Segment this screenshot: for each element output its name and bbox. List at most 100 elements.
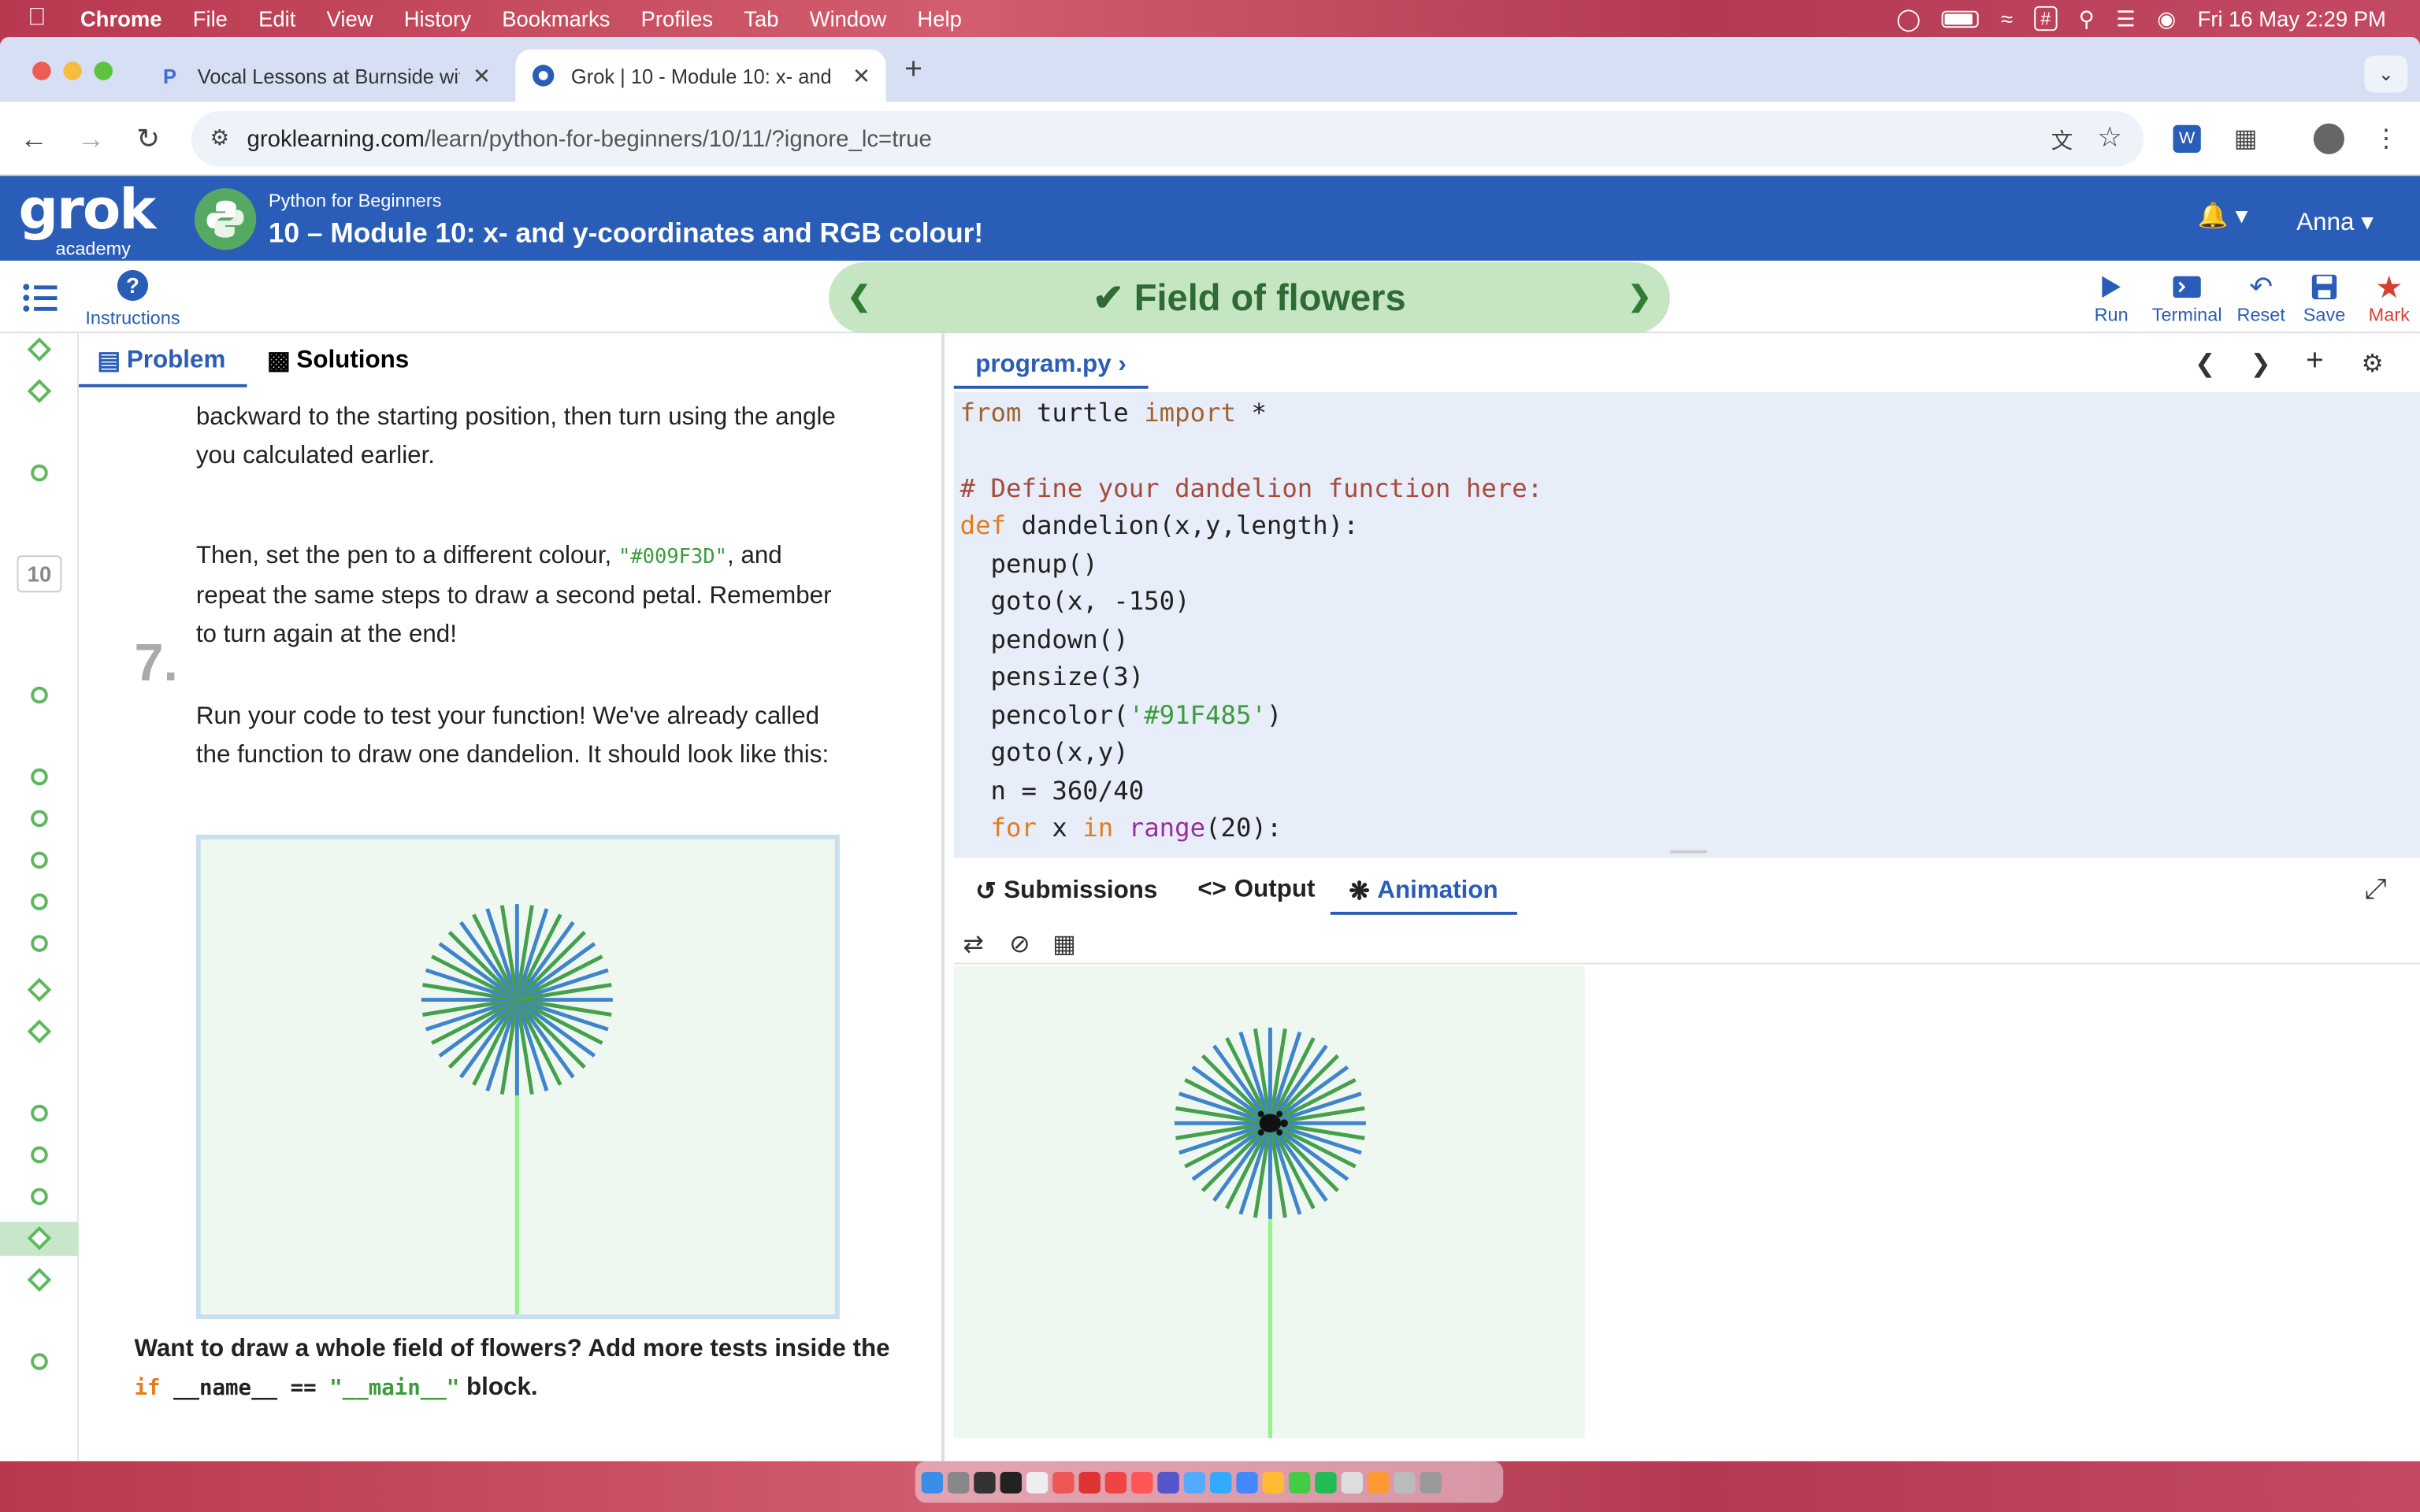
step-marker[interactable] (31, 768, 48, 786)
repeat-icon[interactable]: ⇄ (963, 928, 984, 959)
run-button[interactable]: Run (2074, 270, 2148, 325)
spotify-icon[interactable] (1315, 1471, 1337, 1493)
grid-icon[interactable]: ▦ (1052, 928, 1076, 959)
bookmark-star-icon[interactable]: ☆ (2097, 122, 2122, 154)
step-marker[interactable] (27, 1019, 52, 1043)
extension-icon[interactable]: W (2169, 120, 2206, 158)
app-icon[interactable] (1394, 1471, 1416, 1493)
step-marker[interactable] (31, 851, 48, 869)
terminal-button[interactable]: Terminal (2148, 270, 2225, 325)
music-icon[interactable] (1131, 1471, 1153, 1493)
close-tab-icon[interactable]: ✕ (852, 62, 870, 88)
control-center-icon[interactable]: ☰ (2116, 6, 2136, 32)
mail-icon[interactable] (1183, 1471, 1206, 1493)
trash-icon[interactable] (1420, 1471, 1442, 1493)
app-icon[interactable] (1104, 1471, 1127, 1493)
step-marker[interactable] (31, 464, 48, 482)
step-marker[interactable] (27, 977, 52, 1002)
new-tab-icon[interactable]: + (904, 53, 922, 88)
step-marker[interactable] (31, 1146, 48, 1164)
add-file-icon[interactable]: + (2306, 344, 2324, 380)
forward-icon[interactable]: → (69, 117, 113, 161)
translate-icon[interactable]: 文 (2051, 125, 2073, 156)
finder-icon[interactable] (921, 1471, 944, 1493)
extensions-puzzle-icon[interactable]: ▦ (2227, 120, 2264, 158)
step-marker[interactable] (31, 810, 48, 828)
menu-app[interactable]: Chrome (80, 6, 162, 31)
apple-icon[interactable]:  (28, 5, 46, 32)
tab-animation[interactable]: ❋ Animation (1349, 876, 1498, 907)
step-marker[interactable] (27, 337, 52, 361)
app-store-icon[interactable] (1210, 1471, 1232, 1493)
hashtag-icon[interactable]: # (2034, 6, 2058, 32)
tab-grok[interactable]: Grok | 10 - Module 10: x- and ✕ (515, 49, 886, 102)
menu-window[interactable]: Window (810, 6, 887, 31)
next-problem-icon[interactable]: ❯ (1628, 281, 1652, 313)
search-icon[interactable]: ⚲ (2079, 6, 2095, 32)
back-icon[interactable]: ← (13, 117, 56, 161)
prev-file-icon[interactable]: ❮ (2195, 349, 2215, 380)
file-tab-program[interactable]: program.py › (953, 333, 1149, 389)
module-number-badge[interactable]: 10 (17, 555, 62, 593)
code-area[interactable]: from turtle import * # Define your dande… (953, 391, 2420, 858)
app-icon[interactable] (974, 1471, 996, 1493)
tab-submissions[interactable]: ↺ Submissions (975, 876, 1157, 907)
tab-solutions[interactable]: ▩ Solutions (267, 346, 409, 376)
reload-icon[interactable]: ↻ (127, 117, 170, 161)
minimize-window-icon[interactable] (63, 61, 82, 80)
fullscreen-expand-icon[interactable]: ⤢ (2364, 873, 2386, 906)
tab-vocal-lessons[interactable]: P Vocal Lessons at Burnside wit ✕ (142, 50, 506, 102)
wifi-icon[interactable]: ≈ (2001, 6, 2013, 31)
app-icon[interactable] (1341, 1471, 1363, 1493)
user-menu[interactable]: Anna ▾ (2296, 207, 2374, 238)
profile-avatar[interactable] (2311, 120, 2348, 158)
outline-list-icon[interactable] (21, 280, 58, 324)
menu-file[interactable]: File (193, 6, 228, 31)
instructions-button[interactable]: ? Instructions (84, 269, 182, 328)
course-name[interactable]: Python for Beginners (269, 190, 442, 211)
menu-edit[interactable]: Edit (258, 6, 295, 31)
app-icon[interactable] (1026, 1471, 1049, 1493)
menu-bookmarks[interactable]: Bookmarks (502, 6, 610, 31)
menu-help[interactable]: Help (917, 6, 961, 31)
menu-profiles[interactable]: Profiles (641, 6, 713, 31)
chrome-menu-icon[interactable]: ⋮ (2367, 120, 2404, 158)
battery-icon[interactable] (1942, 9, 1980, 28)
menu-tab[interactable]: Tab (744, 6, 778, 31)
step-marker[interactable] (27, 1267, 52, 1292)
mark-button[interactable]: ★ Mark (2352, 270, 2420, 326)
app-icon[interactable] (1078, 1471, 1101, 1493)
save-button[interactable]: Save (2288, 270, 2362, 325)
step-marker[interactable] (27, 379, 52, 403)
menu-view[interactable]: View (327, 6, 373, 31)
settings-gear-icon[interactable]: ⚙ (2362, 349, 2384, 380)
notifications-bell-icon[interactable]: 🔔 ▾ (2198, 201, 2247, 232)
address-bar[interactable]: ⚙ groklearning.com/learn/python-for-begi… (191, 111, 2144, 167)
tab-output[interactable]: <> Output (1197, 876, 1315, 904)
step-marker[interactable] (31, 1353, 48, 1370)
zoom-window-icon[interactable] (94, 61, 113, 80)
safari-icon[interactable] (1236, 1471, 1258, 1493)
launchpad-icon[interactable] (947, 1471, 970, 1493)
next-file-icon[interactable]: ❯ (2250, 349, 2270, 380)
step-marker[interactable] (31, 935, 48, 952)
step-marker[interactable] (31, 1104, 48, 1122)
app-icon[interactable] (1367, 1471, 1390, 1493)
wechat-icon[interactable]: ◯ (1896, 6, 1921, 32)
chrome-icon[interactable] (1262, 1471, 1285, 1493)
siri-icon[interactable]: ◉ (2157, 6, 2176, 32)
step-marker[interactable] (31, 1188, 48, 1206)
tab-problem[interactable]: ▤ Problem (97, 346, 225, 376)
close-window-icon[interactable] (32, 61, 51, 80)
app-icon[interactable] (1000, 1471, 1022, 1493)
tab-search-chevron-icon[interactable]: ⌄ (2364, 55, 2408, 93)
site-info-icon[interactable]: ⚙ (210, 125, 229, 151)
close-tab-icon[interactable]: ✕ (473, 62, 491, 88)
turtle-canvas[interactable] (953, 965, 1586, 1438)
step-marker[interactable] (31, 893, 48, 910)
step-marker[interactable] (31, 686, 48, 704)
datetime[interactable]: Fri 16 May 2:29 PM (2198, 6, 2386, 31)
grok-logo[interactable]: grok academy (19, 183, 157, 259)
menu-history[interactable]: History (404, 6, 471, 31)
hide-turtle-icon[interactable]: ⊘ (1009, 928, 1030, 959)
